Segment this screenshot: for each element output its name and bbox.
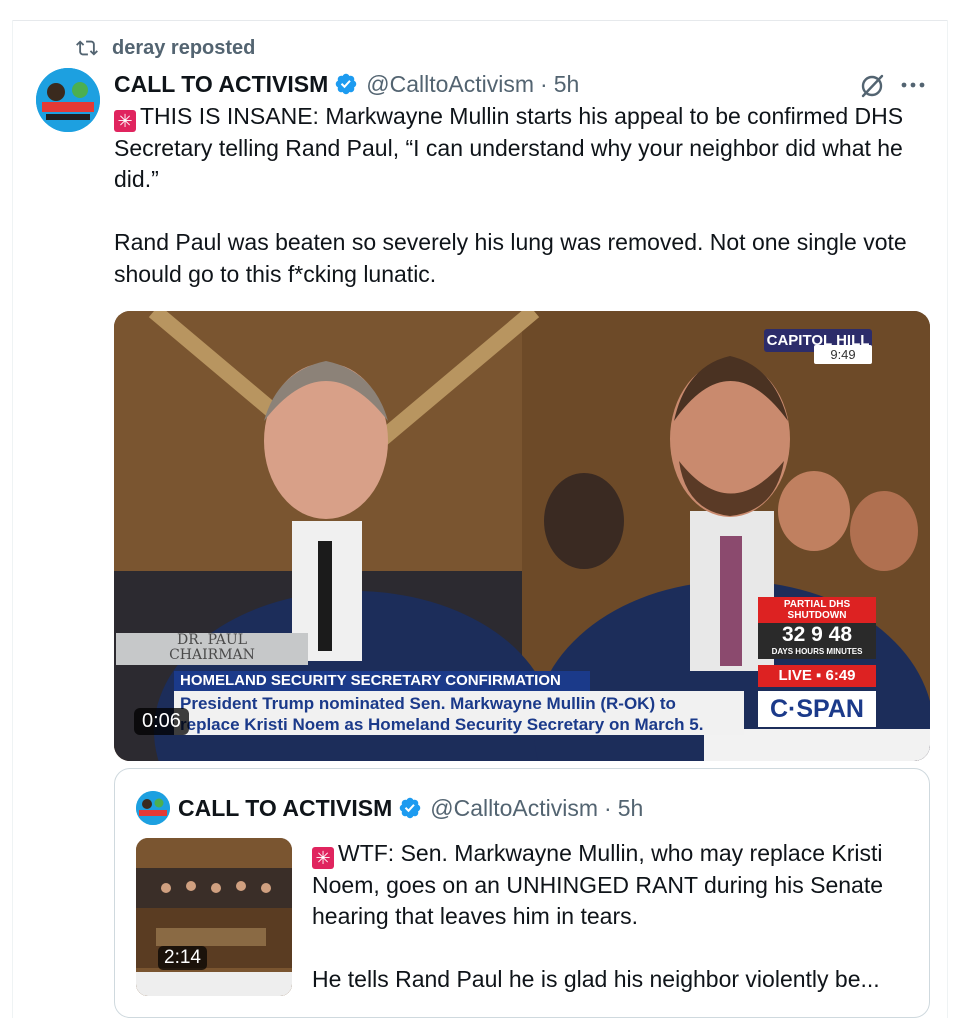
quote-avatar[interactable] [136,791,170,825]
chyron-text: President Trump nominated Sen. Markwayne… [174,691,744,735]
timestamp[interactable]: 5h [554,71,580,98]
nameplate: DR. PAUL CHAIRMAN [116,633,308,665]
tweet-text-paragraph: Rand Paul was beaten so severely his lun… [114,229,907,287]
tweet-text-paragraph: ✳ THIS IS INSANE: Markwayne Mullin starts… [114,101,914,196]
avatar[interactable] [36,68,100,132]
nameplate-name: DR. PAUL [176,632,247,648]
thumbnail-frame [136,838,292,996]
shutdown-label: PARTIAL DHS SHUTDOWN [758,597,876,623]
quote-text-paragraph: He tells Rand Paul he is glad his neighb… [312,966,880,992]
quote-author-handle[interactable]: @CalltoActivism [430,795,598,822]
quote-author-name[interactable]: CALL TO ACTIVISM [178,795,392,822]
live-tag: LIVE ▪ 6:49 [758,665,876,687]
separator-dot: · [540,70,548,97]
quote-text-line: WTF: Sen. Markwayne Mullin, who may repl… [312,840,884,929]
red-asterisk-emoji-icon: ✳ [312,847,334,869]
author-name[interactable]: CALL TO ACTIVISM [114,71,328,98]
quote-video-thumbnail[interactable]: 2:14 [136,838,292,996]
card-border [12,20,13,1018]
quote-body: ✳ WTF: Sen. Markwayne Mullin, who may rep… [312,838,912,996]
shutdown-digits: 32 9 48 [781,623,853,646]
card-border [947,20,948,1018]
tweet-header: CALL TO ACTIVISM @CalltoActivism · 5h [114,68,579,100]
top-divider [12,20,948,21]
more-options-icon[interactable] [898,72,928,98]
grok-icon[interactable] [858,72,886,100]
network-logo: C·SPAN [758,691,876,727]
quote-video-duration: 2:14 [158,946,207,970]
repost-label: deray reposted [112,36,256,59]
quote-timestamp[interactable]: 5h [618,795,644,822]
quote-header: CALL TO ACTIVISM @CalltoActivism · 5h [178,791,643,825]
verified-badge-icon [400,797,421,819]
tweet-text-line: THIS IS INSANE: Markwayne Mullin starts … [114,103,904,192]
video-duration: 0:06 [134,708,189,735]
quote-text-paragraph: ✳ WTF: Sen. Markwayne Mullin, who may rep… [312,838,912,933]
author-handle[interactable]: @CalltoActivism [366,71,534,98]
red-asterisk-emoji-icon: ✳ [114,110,136,132]
chyron-title: HOMELAND SECURITY SECRETARY CONFIRMATION [174,671,590,691]
repost-icon [76,40,98,56]
shutdown-counter: PARTIAL DHS SHUTDOWN 32 9 48 DAYS HOURS … [758,597,876,659]
tweet-body: ✳ THIS IS INSANE: Markwayne Mullin starts… [114,101,914,290]
clock-badge: 9:49 [814,345,872,364]
verified-badge-icon [336,73,357,95]
shutdown-units: DAYS HOURS MINUTES [771,647,863,656]
video-player[interactable]: CAPITOL HILL 9:49 DR. PAUL CHAIRMAN PART… [114,311,930,761]
nameplate-title: CHAIRMAN [169,647,255,663]
repost-indicator[interactable]: deray reposted [76,34,255,62]
separator-dot: · [604,794,612,821]
